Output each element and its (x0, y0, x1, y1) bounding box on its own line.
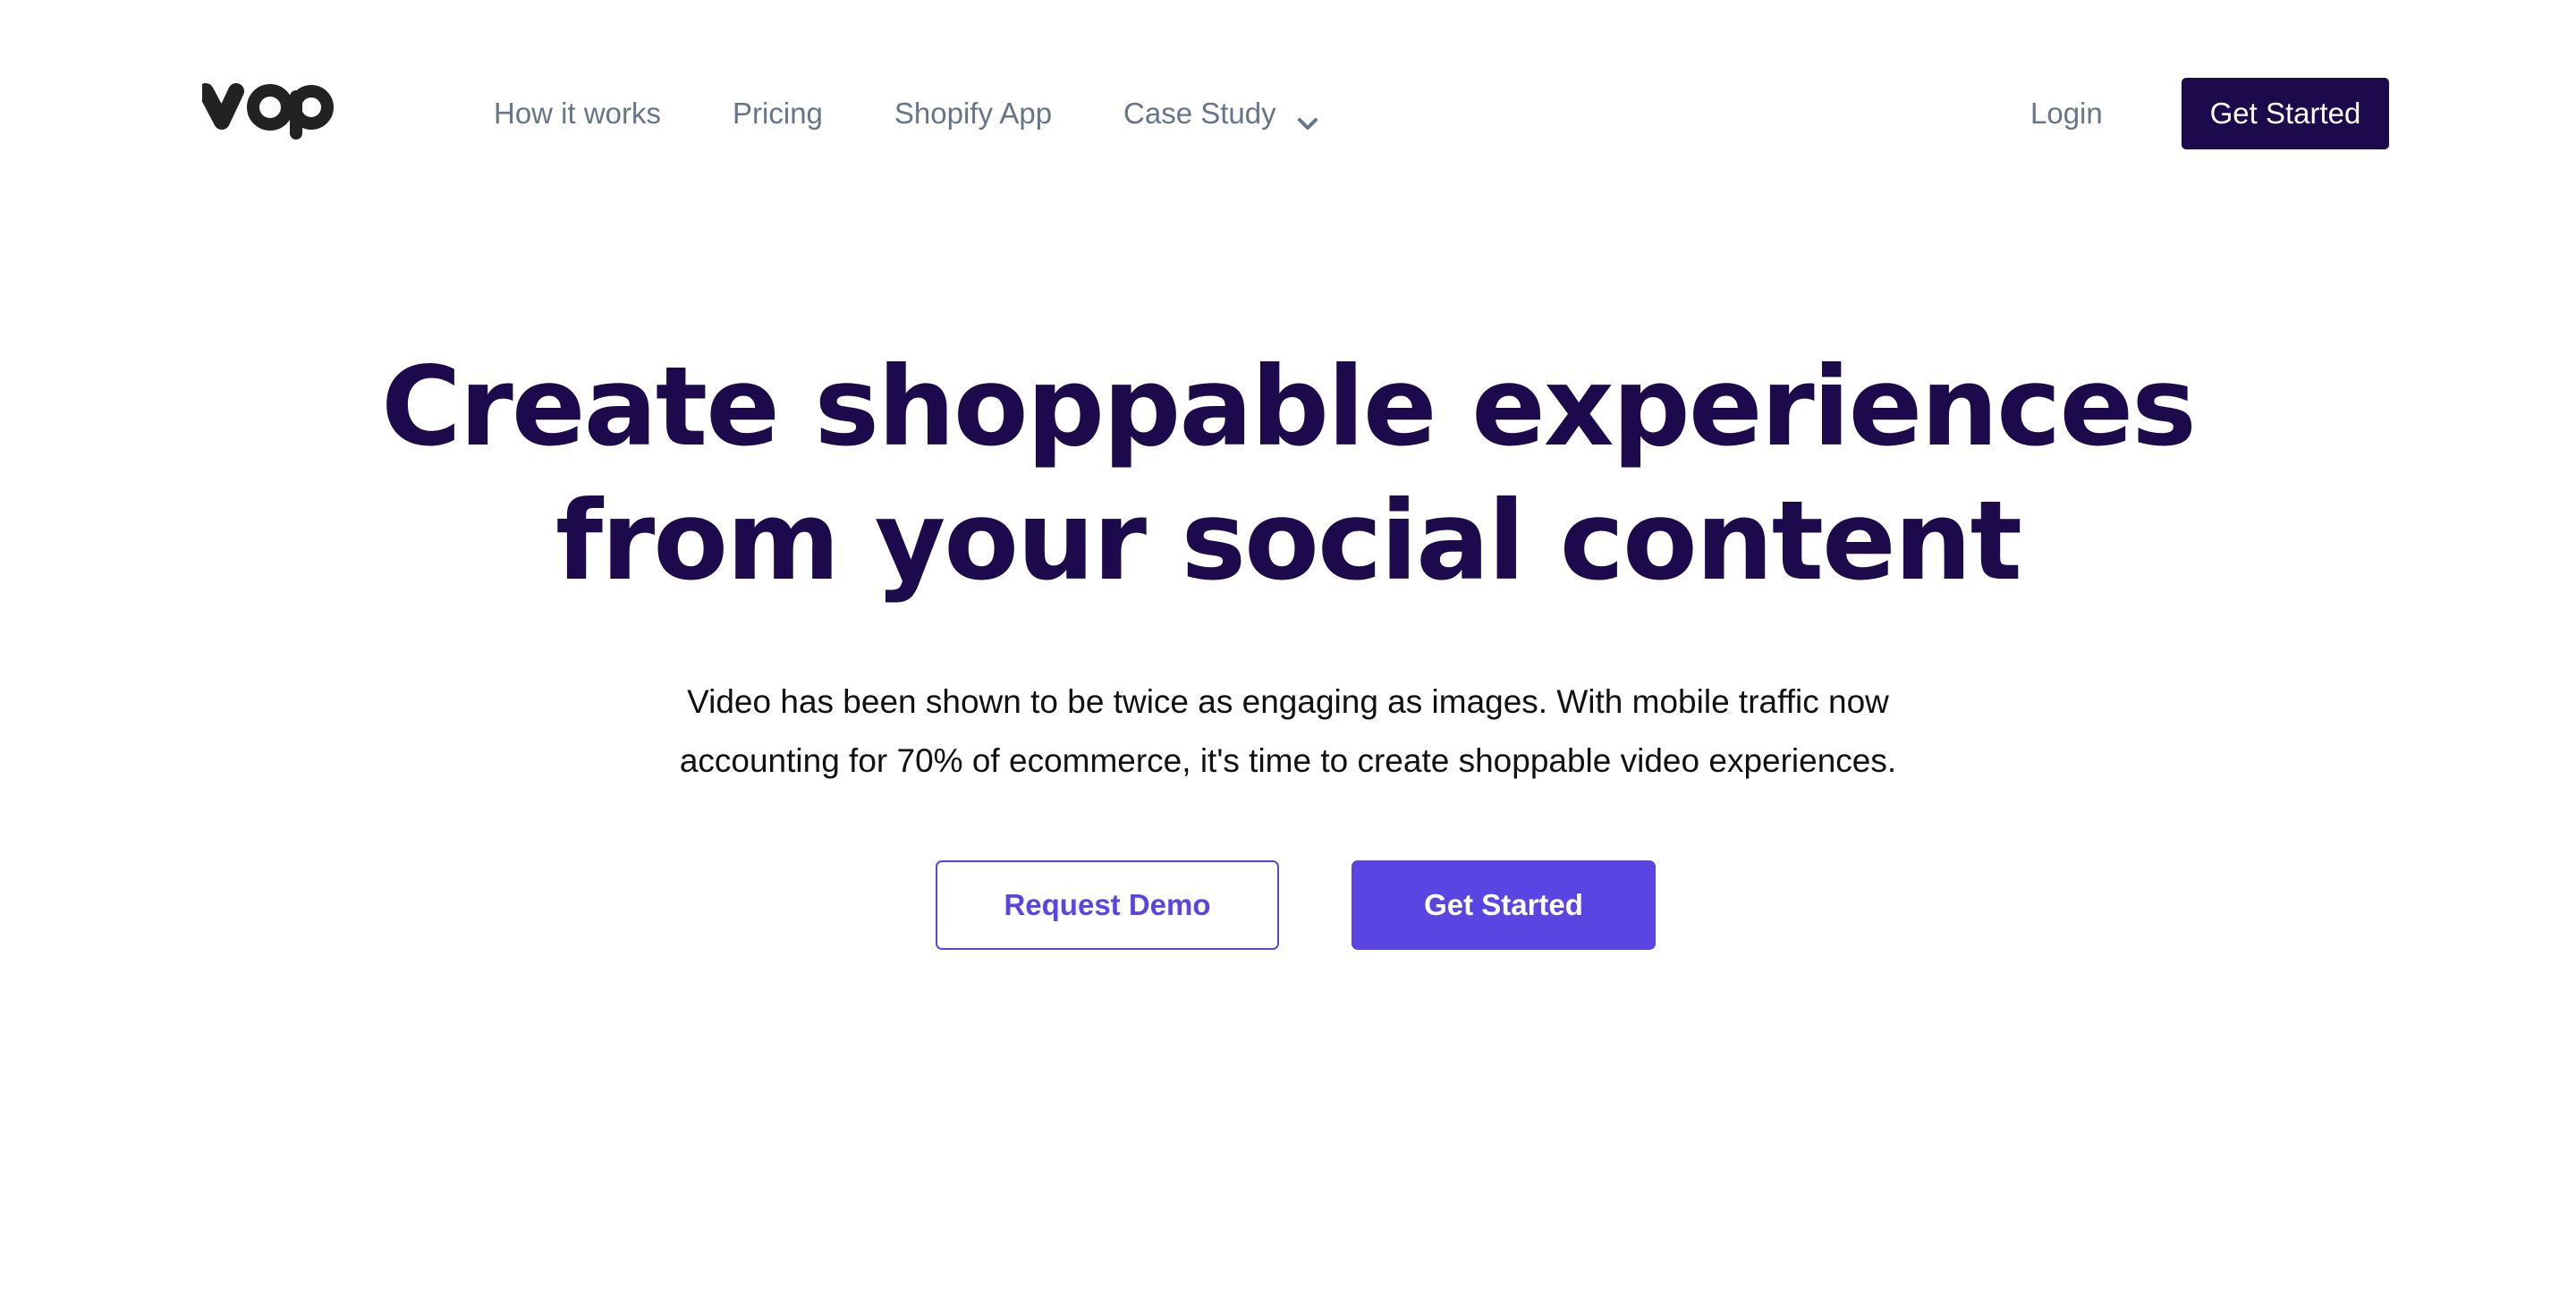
nav-link-case-study-dropdown[interactable]: Case Study (1123, 97, 1319, 131)
chevron-down-icon (1296, 106, 1319, 130)
hero-title-line-1: Create shoppable experiences (381, 343, 2197, 470)
hero-title: Create shoppable experiences from your s… (0, 340, 2576, 608)
vop-logo-mark (198, 83, 334, 140)
hero-get-started-button[interactable]: Get Started (1352, 860, 1656, 950)
vop-logo[interactable] (198, 79, 336, 143)
hero-subtitle: Video has been shown to be twice as enga… (0, 673, 2576, 791)
nav-get-started-button[interactable]: Get Started (2182, 78, 2389, 149)
hero-title-line-2: from your social content (555, 478, 2022, 605)
nav-link-case-study-label: Case Study (1123, 97, 1276, 130)
top-navigation: How it works Pricing Shopify App Case St… (0, 0, 2576, 224)
request-demo-button[interactable]: Request Demo (936, 860, 1279, 950)
login-link[interactable]: Login (2030, 89, 2103, 138)
nav-link-pricing[interactable]: Pricing (733, 97, 823, 131)
nav-link-shopify-app[interactable]: Shopify App (894, 97, 1052, 131)
hero-subtitle-line-2: accounting for 70% of ecommerce, it's ti… (679, 742, 1897, 779)
landing-page: How it works Pricing Shopify App Case St… (0, 0, 2576, 1304)
hero-subtitle-line-1: Video has been shown to be twice as enga… (687, 683, 1889, 720)
nav-link-how-it-works[interactable]: How it works (494, 97, 661, 131)
nav-links: How it works Pricing Shopify App Case St… (494, 89, 1319, 138)
